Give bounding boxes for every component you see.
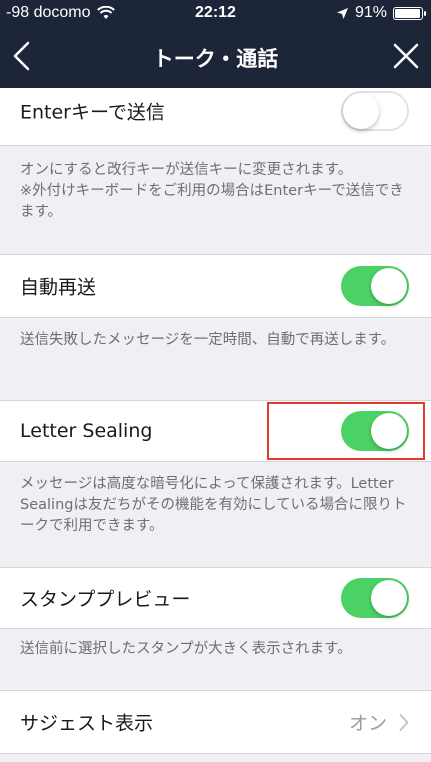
auto-resend-toggle[interactable] — [341, 266, 409, 306]
location-arrow-icon — [336, 7, 348, 19]
setting-row-enter-send: Enterキーで送信 — [0, 88, 431, 146]
setting-label: サジェスト表示 — [20, 712, 154, 735]
setting-row-suggest[interactable]: サジェスト表示 オン — [0, 690, 431, 754]
setting-description: オンにすると改行キーが送信キーに変更されます。 ※外付けキーボードをご利用の場合… — [20, 160, 412, 223]
nav-bar: トーク・通話 — [0, 26, 431, 88]
description-text: メッセージは高度な暗号化によって保護されます。Letter Sealingは友だ… — [20, 476, 407, 534]
setting-row-auto-resend: 自動再送 — [0, 254, 431, 318]
setting-description: 送信失敗したメッセージを一定時間、自動で再送します。 — [20, 330, 412, 351]
suggest-value: オン — [349, 709, 409, 736]
setting-description: メッセージは高度な暗号化によって保護されます。Letter Sealingは友だ… — [20, 474, 412, 537]
setting-value: オン — [348, 712, 387, 735]
setting-label: スタンププレビュー — [20, 588, 191, 611]
settings-list: Enterキーで送信 オンにすると改行キーが送信キーに変更されます。 ※外付けキ… — [0, 88, 431, 762]
setting-row-sticker-preview: スタンププレビュー — [0, 567, 431, 629]
close-icon[interactable] — [393, 43, 419, 69]
enter-send-toggle[interactable] — [341, 91, 409, 131]
page-title: トーク・通話 — [152, 47, 279, 71]
sticker-preview-toggle[interactable] — [341, 578, 409, 618]
chevron-right-icon — [399, 713, 409, 731]
setting-description: 送信前に選択したスタンプが大きく表示されます。 — [20, 639, 412, 660]
status-bar: -98 docomo 22:12 91% — [0, 0, 431, 26]
description-text: オンにすると改行キーが送信キーに変更されます。 ※外付けキーボードをご利用の場合… — [20, 162, 404, 220]
battery-percent: 91% — [354, 4, 387, 21]
setting-label: Letter Sealing — [20, 420, 153, 442]
description-text: 送信前に選択したスタンプが大きく表示されます。 — [20, 641, 352, 657]
setting-label: 自動再送 — [20, 276, 97, 299]
status-right: 91% — [336, 4, 426, 22]
highlight-box — [267, 402, 425, 460]
setting-label: Enterキーで送信 — [20, 101, 165, 124]
battery-icon — [393, 6, 426, 20]
description-text: 送信失敗したメッセージを一定時間、自動で再送します。 — [20, 332, 396, 348]
